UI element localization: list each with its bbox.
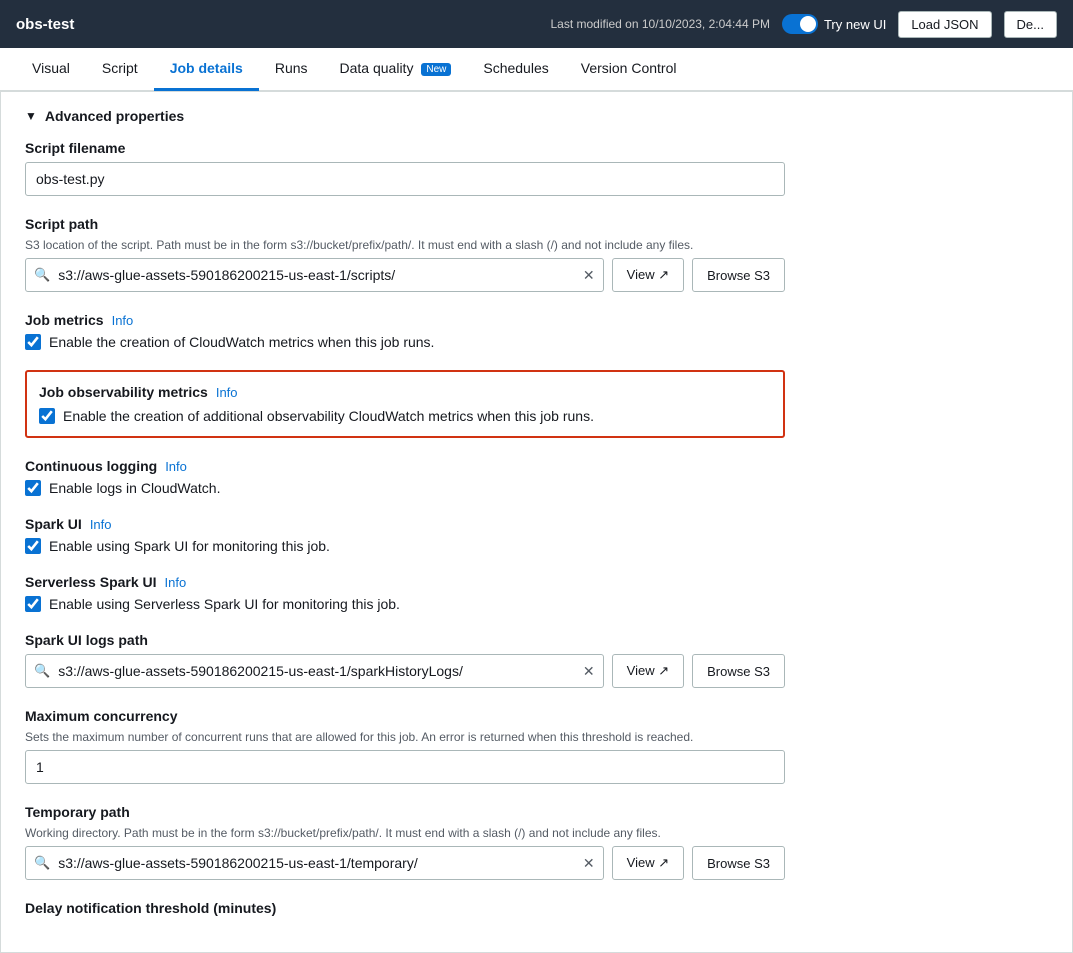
spark-ui-info-link[interactable]: Info xyxy=(90,517,112,532)
tab-runs[interactable]: Runs xyxy=(259,48,324,91)
serverless-spark-ui-group: Serverless Spark UI Info Enable using Se… xyxy=(25,574,1048,612)
spark-ui-logs-view-button[interactable]: View ↗ xyxy=(612,654,684,688)
spark-ui-checkbox[interactable] xyxy=(25,538,41,554)
delay-notification-group: Delay notification threshold (minutes) xyxy=(25,900,1048,916)
temporary-path-input-row: 🔍 ✕ View ↗ Browse S3 xyxy=(25,846,785,880)
collapse-icon[interactable]: ▼ xyxy=(25,109,37,123)
script-path-sublabel: S3 location of the script. Path must be … xyxy=(25,238,1048,252)
continuous-logging-checkbox-label: Enable logs in CloudWatch. xyxy=(49,480,220,496)
temporary-path-group: Temporary path Working directory. Path m… xyxy=(25,804,1048,880)
script-path-label: Script path xyxy=(25,216,1048,232)
job-observability-info-link[interactable]: Info xyxy=(216,385,238,400)
script-path-input-row: 🔍 ✕ View ↗ Browse S3 xyxy=(25,258,785,292)
tab-data-quality[interactable]: Data quality New xyxy=(324,48,468,91)
serverless-spark-ui-checkbox-label: Enable using Serverless Spark UI for mon… xyxy=(49,596,400,612)
job-metrics-group: Job metrics Info Enable the creation of … xyxy=(25,312,1048,350)
job-observability-label: Job observability metrics Info xyxy=(39,384,771,400)
try-new-ui-toggle[interactable] xyxy=(782,14,818,34)
content-panel: ▼ Advanced properties Script filename Sc… xyxy=(0,91,1073,953)
spark-ui-logs-search-wrapper: 🔍 ✕ xyxy=(25,654,604,688)
continuous-logging-label: Continuous logging Info xyxy=(25,458,1048,474)
serverless-spark-ui-checkbox-row: Enable using Serverless Spark UI for mon… xyxy=(25,596,1048,612)
job-metrics-label: Job metrics Info xyxy=(25,312,1048,328)
try-new-ui-toggle-container[interactable]: Try new UI xyxy=(782,14,886,34)
job-observability-checkbox-row: Enable the creation of additional observ… xyxy=(39,408,771,424)
tab-schedules[interactable]: Schedules xyxy=(467,48,564,91)
tab-bar: Visual Script Job details Runs Data qual… xyxy=(0,48,1073,91)
spark-ui-group: Spark UI Info Enable using Spark UI for … xyxy=(25,516,1048,554)
serverless-spark-ui-info-link[interactable]: Info xyxy=(165,575,187,590)
max-concurrency-label: Maximum concurrency xyxy=(25,708,1048,724)
tab-version-control[interactable]: Version Control xyxy=(565,48,693,91)
temporary-path-sublabel: Working directory. Path must be in the f… xyxy=(25,826,1048,840)
script-path-input[interactable] xyxy=(58,267,575,283)
job-observability-checkbox[interactable] xyxy=(39,408,55,424)
spark-ui-logs-clear-icon[interactable]: ✕ xyxy=(575,663,603,680)
spark-ui-label: Spark UI Info xyxy=(25,516,1048,532)
script-path-view-button[interactable]: View ↗ xyxy=(612,258,684,292)
spark-ui-logs-input[interactable] xyxy=(58,663,575,679)
new-badge: New xyxy=(421,63,451,76)
serverless-spark-ui-label: Serverless Spark UI Info xyxy=(25,574,1048,590)
main-content: ▼ Advanced properties Script filename Sc… xyxy=(0,91,1073,953)
job-metrics-info-link[interactable]: Info xyxy=(112,313,134,328)
script-path-search-wrapper: 🔍 ✕ xyxy=(25,258,604,292)
spark-ui-logs-path-label: Spark UI logs path xyxy=(25,632,1048,648)
max-concurrency-input[interactable] xyxy=(25,750,785,784)
max-concurrency-group: Maximum concurrency Sets the maximum num… xyxy=(25,708,1048,784)
temporary-path-view-button[interactable]: View ↗ xyxy=(612,846,684,880)
spark-ui-checkbox-row: Enable using Spark UI for monitoring thi… xyxy=(25,538,1048,554)
job-metrics-checkbox-row: Enable the creation of CloudWatch metric… xyxy=(25,334,1048,350)
temporary-path-clear-icon[interactable]: ✕ xyxy=(575,855,603,872)
spark-ui-logs-browse-button[interactable]: Browse S3 xyxy=(692,654,785,688)
spark-ui-logs-path-input-row: 🔍 ✕ View ↗ Browse S3 xyxy=(25,654,785,688)
temporary-path-search-wrapper: 🔍 ✕ xyxy=(25,846,604,880)
max-concurrency-sublabel: Sets the maximum number of concurrent ru… xyxy=(25,730,1048,744)
script-filename-label: Script filename xyxy=(25,140,1048,156)
temporary-path-label: Temporary path xyxy=(25,804,1048,820)
job-observability-checkbox-label: Enable the creation of additional observ… xyxy=(63,408,594,424)
try-new-ui-label: Try new UI xyxy=(824,17,886,32)
header-right: Last modified on 10/10/2023, 2:04:44 PM … xyxy=(550,11,1057,38)
continuous-logging-checkbox-row: Enable logs in CloudWatch. xyxy=(25,480,1048,496)
delay-notification-label: Delay notification threshold (minutes) xyxy=(25,900,1048,916)
script-path-browse-button[interactable]: Browse S3 xyxy=(692,258,785,292)
script-path-search-icon: 🔍 xyxy=(26,267,58,283)
tab-job-details[interactable]: Job details xyxy=(154,48,259,91)
temporary-path-browse-button[interactable]: Browse S3 xyxy=(692,846,785,880)
temporary-path-search-icon: 🔍 xyxy=(26,855,58,871)
job-observability-section: Job observability metrics Info Enable th… xyxy=(25,370,785,438)
script-filename-group: Script filename xyxy=(25,140,1048,196)
section-header: ▼ Advanced properties xyxy=(25,108,1048,124)
continuous-logging-group: Continuous logging Info Enable logs in C… xyxy=(25,458,1048,496)
script-path-clear-icon[interactable]: ✕ xyxy=(575,267,603,284)
continuous-logging-checkbox[interactable] xyxy=(25,480,41,496)
deploy-button[interactable]: De... xyxy=(1004,11,1057,38)
script-path-group: Script path S3 location of the script. P… xyxy=(25,216,1048,292)
serverless-spark-ui-checkbox[interactable] xyxy=(25,596,41,612)
job-metrics-checkbox-label: Enable the creation of CloudWatch metric… xyxy=(49,334,434,350)
spark-ui-checkbox-label: Enable using Spark UI for monitoring thi… xyxy=(49,538,330,554)
app-title: obs-test xyxy=(16,16,74,33)
spark-ui-logs-search-icon: 🔍 xyxy=(26,663,58,679)
load-json-button[interactable]: Load JSON xyxy=(898,11,991,38)
script-filename-input[interactable] xyxy=(25,162,785,196)
last-modified: Last modified on 10/10/2023, 2:04:44 PM xyxy=(550,17,770,31)
section-title: Advanced properties xyxy=(45,108,184,124)
tab-script[interactable]: Script xyxy=(86,48,154,91)
continuous-logging-info-link[interactable]: Info xyxy=(165,459,187,474)
spark-ui-logs-path-group: Spark UI logs path 🔍 ✕ View ↗ Browse S3 xyxy=(25,632,1048,688)
temporary-path-input[interactable] xyxy=(58,855,575,871)
job-metrics-checkbox[interactable] xyxy=(25,334,41,350)
top-header: obs-test Last modified on 10/10/2023, 2:… xyxy=(0,0,1073,48)
tab-visual[interactable]: Visual xyxy=(16,48,86,91)
